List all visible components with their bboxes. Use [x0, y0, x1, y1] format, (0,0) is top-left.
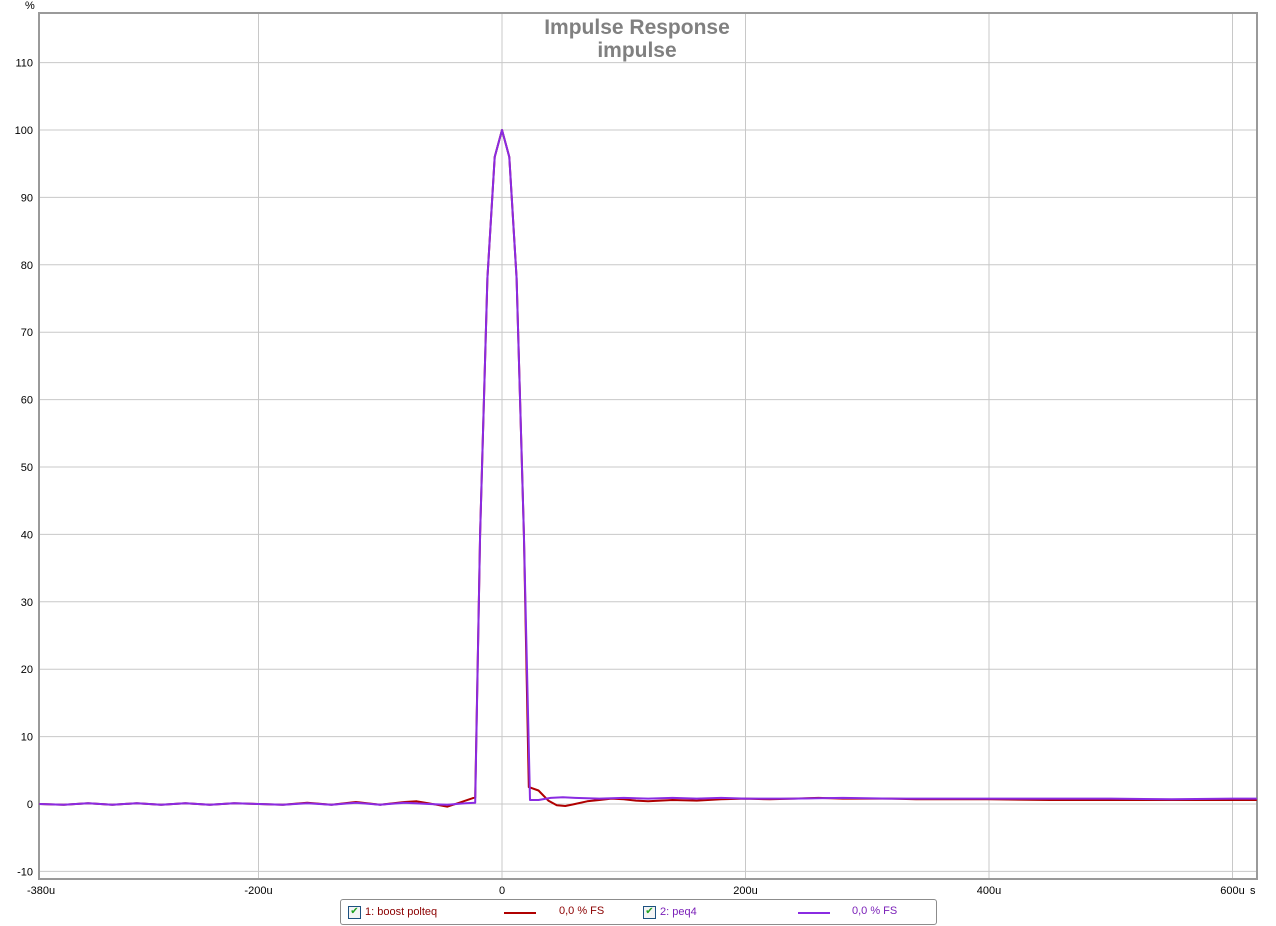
series-1-value: 0,0 % FS	[559, 905, 605, 917]
y-tick-label: 80	[21, 260, 33, 272]
impulse-response-chart: -10 0 10 20 30 40 50 60 70 80 90 100 110 -380u -200u 0…	[15, 0, 1258, 897]
y-axis-label: %	[25, 0, 35, 12]
y-tick-label: -10	[17, 866, 33, 878]
y-tick-label: 90	[21, 192, 33, 204]
x-tick-label: 400u	[977, 885, 1001, 897]
series-1-checkbox[interactable]: ✔	[348, 905, 361, 919]
series-2-label: 2: peq4	[660, 906, 697, 918]
y-tick-labels: -10 0 10 20 30 40 50 60 70 80 90 100 110	[15, 58, 33, 879]
y-tick-label: 110	[15, 58, 33, 70]
y-tick-label: 10	[21, 732, 33, 744]
chart-title: Impulse Response	[544, 16, 730, 39]
x-tick-labels: -380u -200u 0 200u 400u 600u	[27, 885, 1245, 897]
y-tick-label: 70	[21, 327, 33, 339]
x-tick-label: -380u	[27, 885, 55, 897]
y-tick-label: 60	[21, 395, 33, 407]
y-tick-label: 50	[21, 462, 33, 474]
series-2-swatch	[798, 912, 830, 914]
legend: ✔ 1: boost polteq 0,0 % FS ✔ 2: peq4 0,0…	[340, 899, 937, 925]
series-line-1	[39, 129, 1257, 808]
series-2-checkbox[interactable]: ✔	[643, 905, 656, 919]
x-axis-unit: s	[1250, 885, 1256, 897]
y-tick-label: 40	[21, 529, 33, 541]
x-tick-label: 600u	[1220, 885, 1244, 897]
x-tick-label: 200u	[733, 885, 757, 897]
plot-frame	[38, 12, 1258, 880]
x-tick-label: 0	[499, 885, 505, 897]
series-1-label: 1: boost polteq	[365, 906, 438, 918]
grid	[39, 13, 1257, 879]
series-lines	[39, 129, 1257, 808]
chart-subtitle: impulse	[597, 39, 676, 62]
series-2-value: 0,0 % FS	[852, 905, 898, 917]
y-tick-label: 0	[27, 799, 33, 811]
y-tick-label: 30	[21, 597, 33, 609]
series-1-swatch	[504, 912, 536, 914]
y-tick-label: 20	[21, 664, 33, 676]
y-tick-label: 100	[15, 125, 33, 137]
legend-item-series-1[interactable]: ✔ 1: boost polteq	[348, 905, 437, 919]
x-tick-label: -200u	[244, 885, 272, 897]
legend-item-series-2[interactable]: ✔ 2: peq4	[643, 905, 697, 919]
